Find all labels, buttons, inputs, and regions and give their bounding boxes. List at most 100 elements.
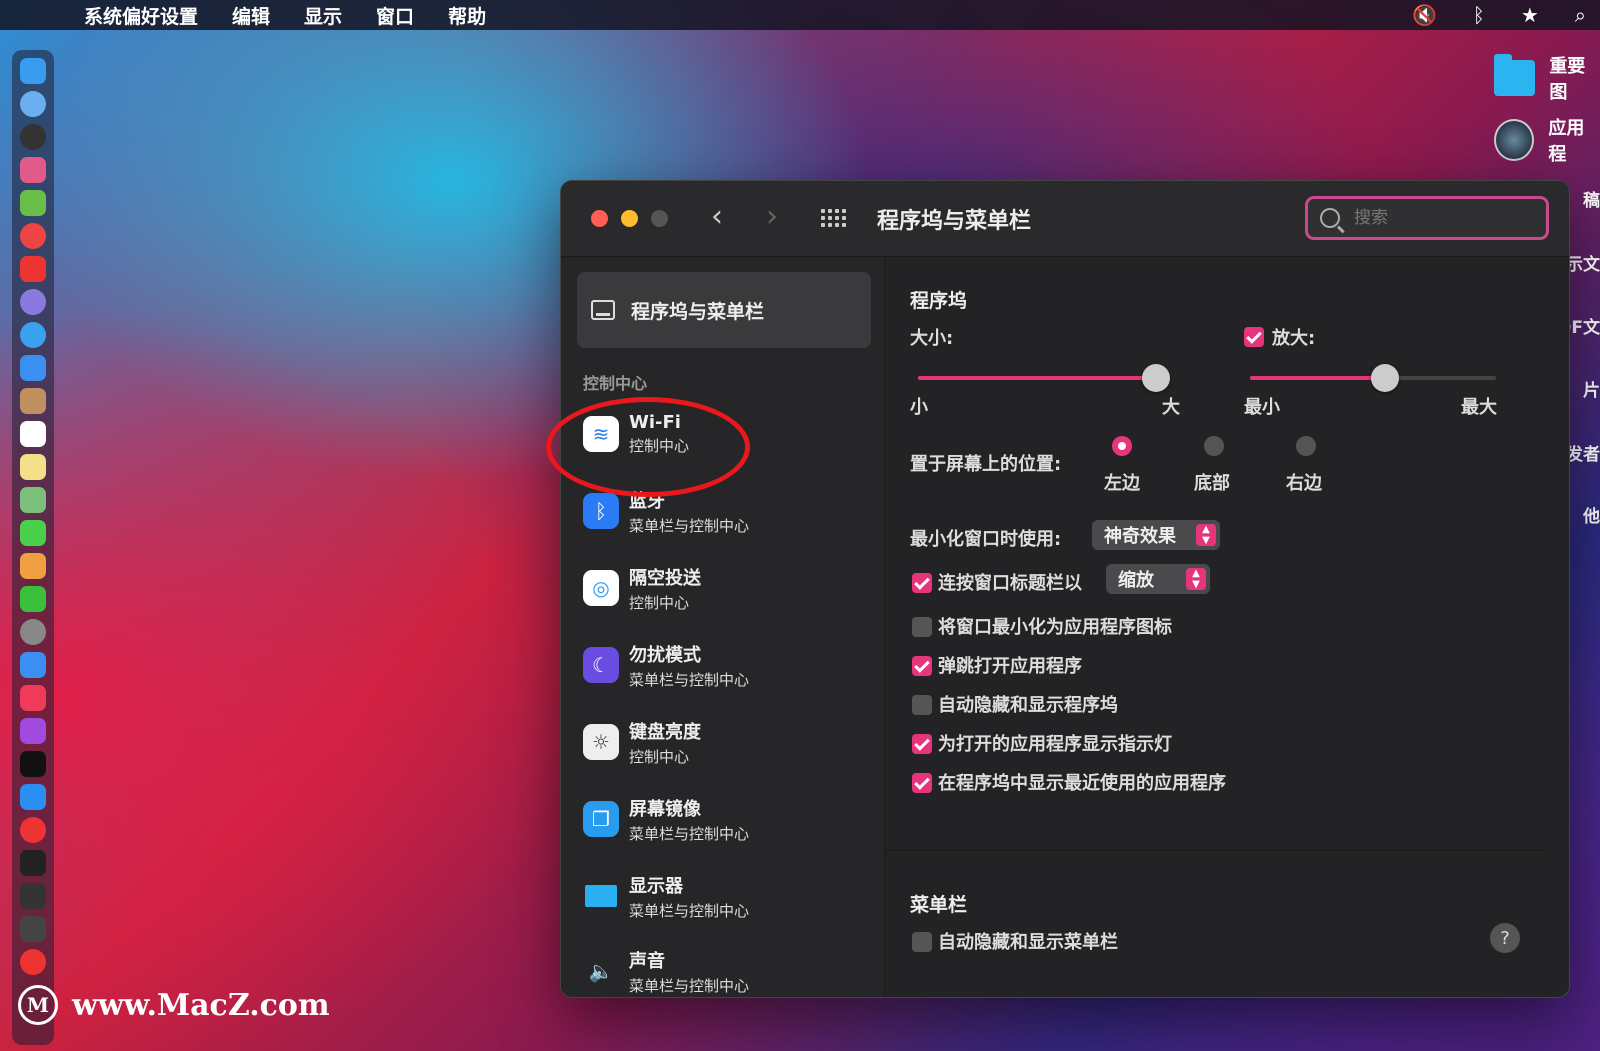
photos-icon[interactable] — [20, 553, 46, 579]
sidebar-item-wifi[interactable]: ≋ Wi-Fi 控制中心 — [583, 404, 873, 464]
show-all-grid-icon[interactable] — [821, 209, 846, 227]
spotlight-icon[interactable]: ⌕ — [1575, 3, 1586, 27]
chevron-right-icon[interactable]: › — [766, 199, 778, 234]
desktop-edge-label: 他 — [1583, 507, 1600, 527]
sidebar-item-title: 隔空投送 — [629, 567, 701, 589]
sidebar-item-screen-mirroring[interactable]: ❐ 屏幕镜像 菜单栏与控制中心 — [583, 789, 873, 849]
double-click-checkbox[interactable] — [912, 573, 932, 593]
magnify-max-label: 最大 — [1461, 397, 1497, 418]
sidebar-item-subtitle: 控制中心 — [629, 593, 690, 612]
vivaldi-icon[interactable] — [20, 817, 46, 843]
star-icon[interactable]: ★ — [1521, 3, 1539, 27]
magnify-slider[interactable] — [1250, 364, 1496, 392]
messages-icon[interactable] — [20, 520, 46, 546]
sidebar-item-airdrop[interactable]: ◎ 隔空投送 控制中心 — [583, 558, 873, 618]
menu-help[interactable]: 帮助 — [448, 2, 486, 29]
chevron-left-icon[interactable]: ‹ — [711, 199, 723, 234]
search-input[interactable] — [1354, 208, 1534, 228]
chrome-icon[interactable] — [20, 223, 46, 249]
appletv-icon[interactable] — [20, 751, 46, 777]
sidebar-item-dock-menubar[interactable]: 程序坞与菜单栏 — [577, 272, 871, 348]
position-radio-bottom[interactable] — [1204, 436, 1224, 456]
size-slider[interactable] — [918, 364, 1170, 392]
dock-option-checkbox[interactable] — [912, 617, 932, 637]
sidebar-item-do-not-disturb[interactable]: ☾ 勿扰模式 菜单栏与控制中心 — [583, 635, 873, 695]
contacts-icon[interactable] — [20, 388, 46, 414]
keynote-icon[interactable] — [20, 652, 46, 678]
appstore-icon[interactable] — [20, 784, 46, 810]
close-button[interactable] — [591, 210, 608, 227]
grid-apps-icon[interactable] — [20, 157, 46, 183]
sidebar-item-subtitle: 控制中心 — [629, 437, 690, 455]
safari-icon[interactable] — [20, 322, 46, 348]
double-click-select[interactable]: 缩放 ▲ ▼ — [1106, 564, 1210, 594]
magnify-checkbox[interactable] — [1244, 327, 1264, 347]
sidebar-item-subtitle: 菜单栏与控制中心 — [629, 516, 750, 535]
dock-option-label: 弹跳打开应用程序 — [938, 656, 1082, 677]
finder-icon[interactable] — [20, 58, 46, 84]
app-purple-icon[interactable] — [20, 289, 46, 315]
sidebar-item-title: 蓝牙 — [629, 490, 665, 512]
help-button[interactable]: ? — [1490, 923, 1520, 953]
app-dark-icon[interactable] — [20, 916, 46, 942]
dock — [12, 50, 54, 1045]
search-icon — [1320, 208, 1340, 228]
music-icon[interactable] — [20, 685, 46, 711]
notes-icon[interactable] — [20, 454, 46, 480]
terminal-icon[interactable] — [20, 850, 46, 876]
chevron-updown-icon: ▲ ▼ — [1196, 524, 1216, 546]
podcasts-icon[interactable] — [20, 718, 46, 744]
menubar-autohide-checkbox[interactable] — [912, 932, 932, 952]
position-left-label: 左边 — [1104, 473, 1140, 494]
maps-icon[interactable] — [20, 487, 46, 513]
sidebar-item-title: 显示器 — [629, 875, 683, 897]
dock-option-label: 自动隐藏和显示程序坞 — [938, 695, 1118, 716]
double-click-value: 缩放 — [1118, 570, 1154, 591]
mute-icon[interactable]: 🔇 — [1412, 3, 1437, 27]
desktop-app[interactable]: 应用程 — [1494, 114, 1600, 166]
minimize-effect-select[interactable]: 神奇效果 ▲ ▼ — [1092, 520, 1220, 550]
preferences-window: ‹ › 程序坞与菜单栏 程序坞与菜单栏 控制中心 ≋ Wi-Fi 控制中心 ᛒ 蓝… — [560, 180, 1570, 998]
dock-option-checkbox[interactable] — [912, 734, 932, 754]
calendar-icon[interactable] — [20, 421, 46, 447]
dock-option-checkbox[interactable] — [912, 773, 932, 793]
mail-icon[interactable] — [20, 355, 46, 381]
bluetooth-status-icon[interactable]: ᛒ — [1473, 3, 1485, 27]
desktop-folder[interactable]: 重要图 — [1494, 52, 1600, 104]
dock-option-checkbox[interactable] — [912, 656, 932, 676]
position-radio-left[interactable] — [1112, 436, 1132, 456]
folder-icon — [1494, 54, 1536, 96]
dock-option-checkbox[interactable] — [912, 695, 932, 715]
magnify-slider-knob[interactable] — [1371, 364, 1399, 392]
app-icon — [1494, 119, 1535, 161]
menu-window[interactable]: 窗口 — [376, 2, 414, 29]
magnify-min-label: 最小 — [1244, 397, 1280, 418]
sidebar-item-keyboard-brightness[interactable]: ☼ 键盘亮度 控制中心 — [583, 712, 873, 772]
system-preferences-icon[interactable] — [20, 619, 46, 645]
desktop-edge-label: 示文 — [1566, 255, 1600, 275]
zoom-button[interactable] — [651, 210, 668, 227]
sidebar: 程序坞与菜单栏 控制中心 ≋ Wi-Fi 控制中心 ᛒ 蓝牙 菜单栏与控制中心 ◎ … — [561, 258, 885, 997]
watermark-text: www.MacZ.com — [72, 987, 330, 1023]
sidebar-item-title: 键盘亮度 — [629, 721, 701, 743]
menu-edit[interactable]: 编辑 — [232, 2, 270, 29]
launchpad-icon[interactable] — [20, 91, 46, 117]
sidebar-item-bluetooth[interactable]: ᛒ 蓝牙菜单栏与控制中心 — [583, 481, 873, 541]
activity-monitor-icon[interactable] — [20, 883, 46, 909]
siri-icon[interactable] — [20, 124, 46, 150]
bluetooth-icon: ᛒ — [583, 493, 619, 529]
size-slider-knob[interactable] — [1142, 364, 1170, 392]
facetime-icon[interactable] — [20, 586, 46, 612]
app-red-icon[interactable] — [20, 256, 46, 282]
sidebar-item-sound[interactable]: 🔈 声音 菜单栏与控制中心 — [583, 943, 873, 997]
minimize-button[interactable] — [621, 210, 638, 227]
search-field[interactable] — [1305, 196, 1549, 240]
yandex-icon[interactable] — [20, 949, 46, 975]
menu-app-name[interactable]: 系统偏好设置 — [84, 2, 198, 29]
position-radio-right[interactable] — [1296, 436, 1316, 456]
sidebar-item-display[interactable]: 显示器 菜单栏与控制中心 — [583, 866, 873, 926]
desktop-edge-label: 发者 — [1566, 445, 1600, 465]
android-icon[interactable] — [20, 190, 46, 216]
menu-view[interactable]: 显示 — [304, 2, 342, 29]
minimize-effect-value: 神奇效果 — [1104, 526, 1176, 547]
